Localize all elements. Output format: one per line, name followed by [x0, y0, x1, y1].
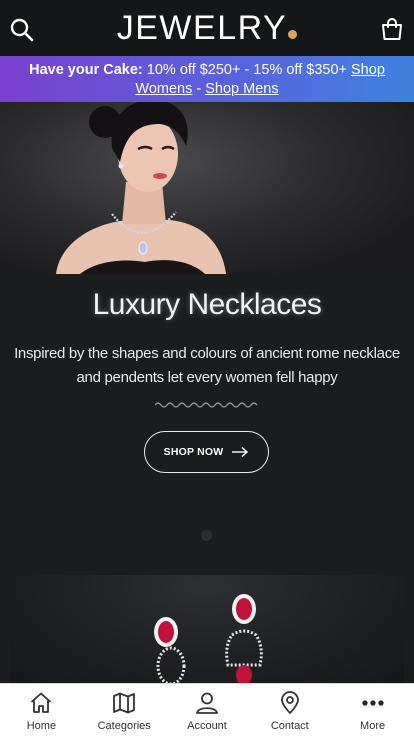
shop-now-label: SHOP NOW [163, 446, 224, 458]
app-header: JEWELRY [0, 0, 414, 56]
more-dots-icon [360, 690, 386, 716]
tab-more[interactable]: More [331, 684, 414, 739]
user-icon [194, 690, 220, 716]
tab-categories-label: Categories [97, 720, 151, 732]
promo-lead: Have your Cake: [29, 62, 143, 78]
home-icon [28, 690, 54, 716]
carousel-indicator[interactable] [201, 530, 212, 541]
tab-contact-label: Contact [270, 720, 309, 732]
shop-mens-link[interactable]: Shop Mens [205, 81, 278, 97]
shop-now-button[interactable]: SHOP NOW [144, 431, 269, 473]
tab-home[interactable]: Home [0, 684, 83, 739]
map-icon [111, 690, 137, 716]
promo-separator: - [192, 81, 206, 97]
tab-categories[interactable]: Categories [83, 684, 166, 739]
tab-home-label: Home [26, 720, 57, 732]
bottom-tab-bar: Home Categories Account Contact More [0, 683, 414, 739]
earrings-image [154, 594, 263, 685]
tab-account-label: Account [187, 720, 227, 732]
product-banner-earrings[interactable] [10, 575, 404, 685]
promo-offer: 10% off $250+ - 15% off $350+ [142, 62, 352, 78]
slide-description: Inspired by the shapes and colours of an… [14, 345, 400, 386]
arrow-right-icon [232, 446, 249, 458]
brand-logo[interactable]: JEWELRY [0, 8, 414, 48]
slide-title: Luxury Necklaces [92, 288, 322, 321]
tab-account[interactable]: Account [166, 684, 249, 739]
tab-contact[interactable]: Contact [248, 684, 331, 739]
shopping-bag-icon[interactable] [379, 16, 405, 42]
tab-more-label: More [360, 720, 386, 732]
location-pin-icon [277, 690, 303, 716]
hero-image [0, 102, 414, 274]
wave-divider [155, 402, 258, 408]
brand-dot [288, 30, 298, 39]
promo-banner: Have your Cake: 10% off $250+ - 15% off … [0, 56, 414, 102]
